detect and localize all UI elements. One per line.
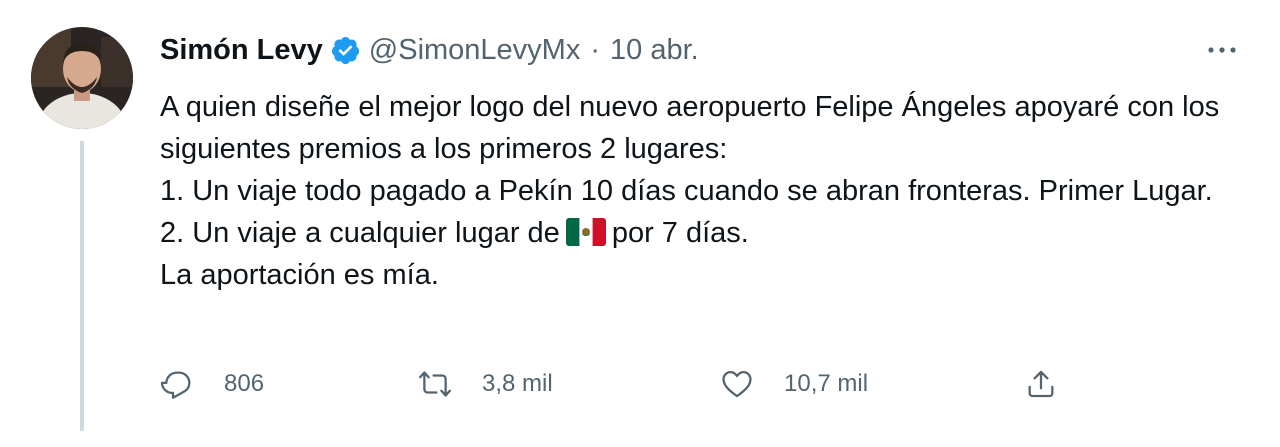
tweet[interactable]: Simón Levy @SimonLevyMx · 10 abr. A quie…: [0, 0, 1280, 447]
avatar-column: [31, 27, 133, 129]
tweet-text-fragment: por 7 días.: [611, 217, 749, 249]
tweet-actions: 806 3,8 mil 10,7 mil: [160, 362, 1060, 406]
retweet-icon: [418, 371, 452, 397]
tweet-text-line: 1. Un viaje todo pagado a Pekín 10 días …: [160, 175, 1213, 207]
author-name[interactable]: Simón Levy: [160, 28, 323, 72]
mexico-flag-icon: [565, 218, 606, 246]
tweet-text: A quien diseñe el mejor logo del nuevo a…: [160, 86, 1250, 296]
header-separator: ·: [590, 34, 601, 66]
tweet-text-line: La aportación es mía.: [160, 259, 439, 291]
share-button[interactable]: [1024, 362, 1058, 406]
tweet-text-line: 2. Un viaje a cualquier lugar de por 7 d…: [160, 212, 1250, 254]
more-options-icon[interactable]: [1202, 30, 1242, 70]
share-icon: [1028, 370, 1054, 398]
reply-button[interactable]: 806: [160, 362, 264, 406]
tweet-body: Simón Levy @SimonLevyMx · 10 abr. A quie…: [160, 28, 1250, 296]
retweet-button[interactable]: 3,8 mil: [418, 362, 553, 406]
author-handle[interactable]: @SimonLevyMx: [369, 28, 581, 72]
heart-icon: [722, 370, 752, 398]
reply-icon: [160, 371, 191, 399]
like-count: 10,7 mil: [784, 370, 869, 397]
tweet-header: Simón Levy @SimonLevyMx · 10 abr.: [160, 28, 1250, 72]
tweet-text-fragment: 2. Un viaje a cualquier lugar de: [160, 217, 560, 249]
tweet-text-line: A quien diseñe el mejor logo del nuevo a…: [160, 91, 1220, 165]
retweet-count: 3,8 mil: [482, 370, 553, 397]
avatar[interactable]: [31, 27, 133, 129]
like-button[interactable]: 10,7 mil: [720, 362, 868, 406]
reply-count: 806: [224, 370, 265, 397]
verified-badge-icon: [331, 36, 359, 64]
thread-connector-line: [80, 141, 84, 431]
tweet-date[interactable]: 10 abr.: [610, 28, 699, 72]
